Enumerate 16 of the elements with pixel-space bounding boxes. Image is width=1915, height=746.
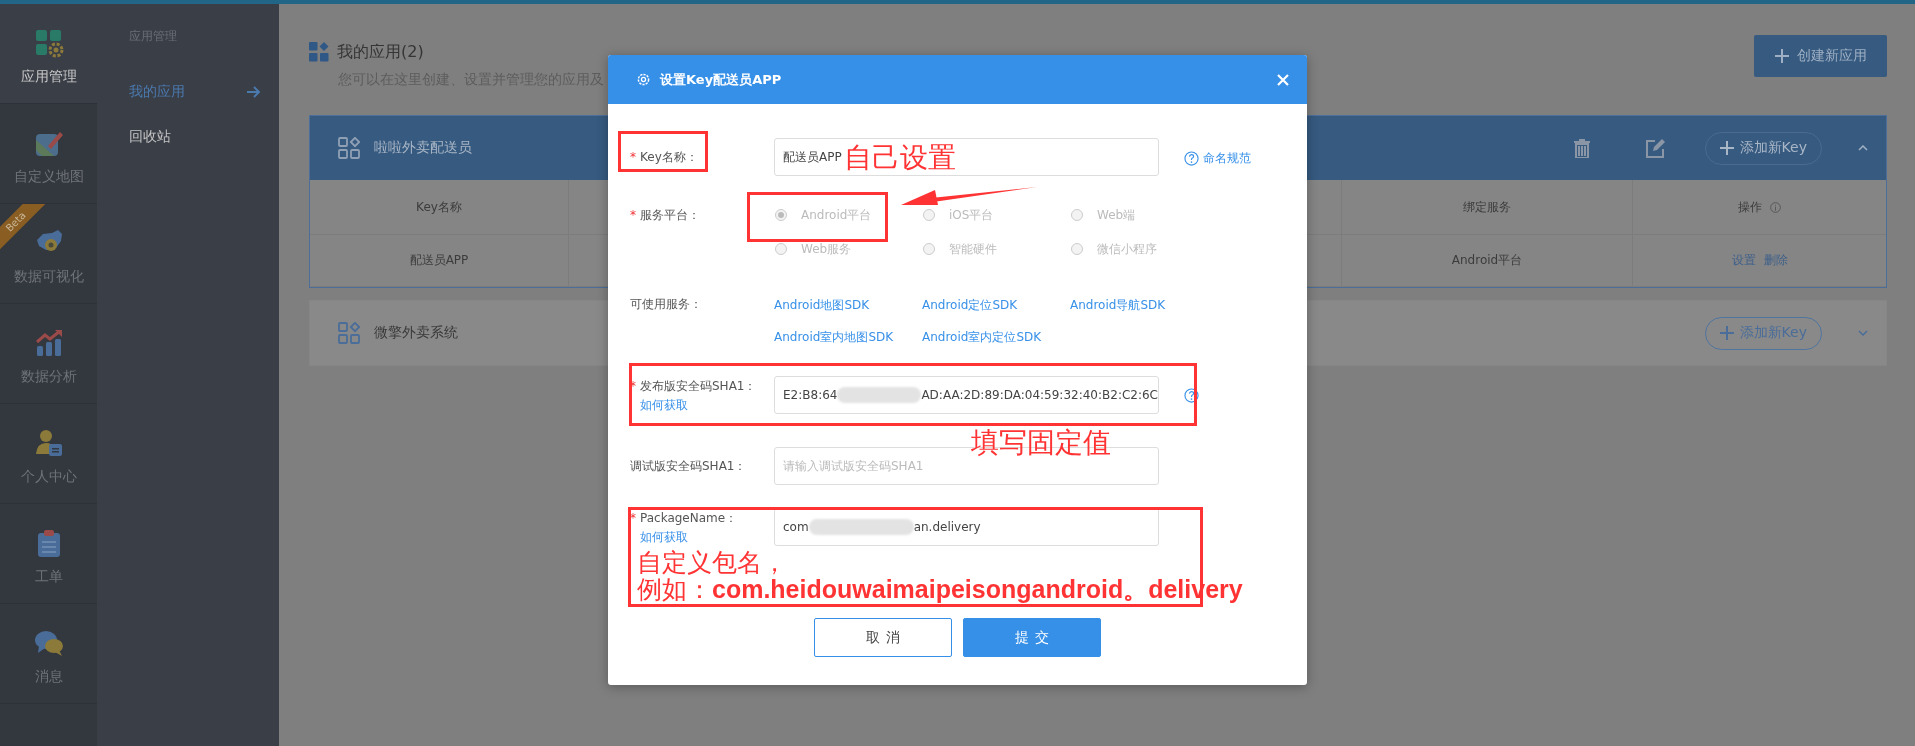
app-name: 微擎外卖系统 — [374, 324, 458, 342]
field-label: * 服务平台： — [630, 207, 700, 224]
page-title: 我的应用(2) — [337, 41, 424, 63]
table-header-cell: Key名称 — [310, 180, 569, 235]
dialog-title: 设置Key配送员APP — [660, 70, 783, 89]
app-name: 啦啦外卖配送员 — [374, 139, 472, 157]
annotation-note: 自定义包名， — [637, 549, 787, 576]
table-header-cell: 绑定服务 — [1342, 180, 1633, 235]
table-cell: 配送员APP — [310, 235, 569, 287]
field-label: * Key名称： — [630, 149, 698, 166]
field-label: * PackageName： — [630, 510, 738, 527]
annotation-note: 自己设置 — [844, 141, 956, 174]
column-header: 操作 — [1738, 198, 1762, 216]
field-label: 可使用服务： — [630, 296, 702, 313]
table-cell: Android平台 — [1342, 235, 1633, 287]
field-label: 调试版安全码SHA1： — [630, 458, 747, 475]
